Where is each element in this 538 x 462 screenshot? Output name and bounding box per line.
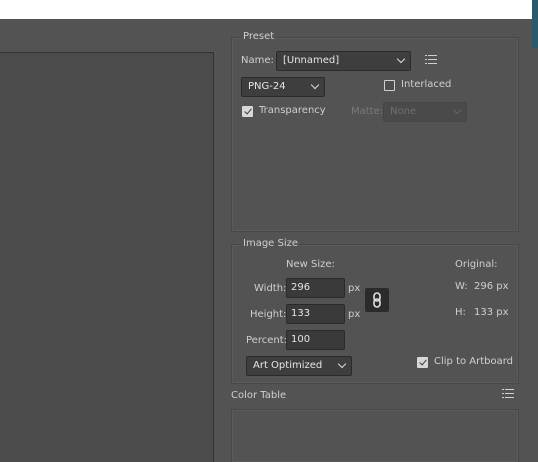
height-label: Height: — [250, 309, 287, 320]
clip-to-artboard-label: Clip to Artboard — [434, 356, 514, 367]
color-table-menu-icon[interactable] — [502, 389, 514, 399]
image-preview-area — [0, 52, 214, 462]
chevron-down-icon — [337, 359, 347, 369]
chevron-down-icon — [452, 105, 462, 115]
name-label: Name: — [241, 55, 274, 66]
color-table-section-title: Color Table — [231, 390, 287, 401]
chevron-down-icon — [396, 54, 406, 64]
height-unit: px — [348, 309, 361, 320]
transparency-label: Transparency — [259, 105, 326, 116]
interlaced-checkbox[interactable] — [384, 80, 395, 91]
matte-value: None — [390, 106, 417, 117]
new-size-label: New Size: — [286, 259, 335, 270]
clip-to-artboard-checkbox[interactable] — [417, 357, 428, 368]
original-label: Original: — [455, 259, 498, 270]
chevron-down-icon — [310, 80, 320, 90]
preset-section-title: Preset — [241, 31, 277, 42]
format-select[interactable]: PNG-24 — [241, 77, 325, 97]
width-unit: px — [348, 283, 361, 294]
percent-input[interactable]: 100 — [286, 330, 345, 350]
preset-menu-icon[interactable] — [425, 55, 437, 65]
color-table-area — [231, 409, 519, 462]
percent-label: Percent: — [246, 335, 287, 346]
preset-name-select[interactable]: [Unnamed] — [276, 51, 411, 71]
original-height-value: 133 px — [474, 307, 509, 318]
matte-label: Matte: — [351, 106, 384, 117]
original-width-value: 296 px — [474, 281, 509, 292]
matte-select[interactable]: None — [383, 102, 467, 122]
title-bar — [0, 0, 538, 19]
width-input[interactable]: 296 — [286, 278, 345, 298]
transparency-checkbox[interactable] — [242, 106, 253, 117]
original-height-label: H: — [455, 307, 466, 318]
constrain-proportions-button[interactable] — [365, 288, 389, 312]
original-width-label: W: — [455, 281, 468, 292]
format-value: PNG-24 — [248, 81, 286, 92]
height-input[interactable]: 133 — [286, 304, 345, 324]
resample-quality-value: Art Optimized — [253, 360, 323, 371]
link-icon — [373, 292, 381, 308]
image-size-section-title: Image Size — [241, 238, 301, 249]
preset-name-value: [Unnamed] — [283, 55, 340, 66]
width-label: Width: — [254, 283, 287, 294]
window-edge — [532, 0, 538, 48]
interlaced-label: Interlaced — [401, 79, 452, 90]
resample-quality-select[interactable]: Art Optimized — [246, 356, 352, 376]
